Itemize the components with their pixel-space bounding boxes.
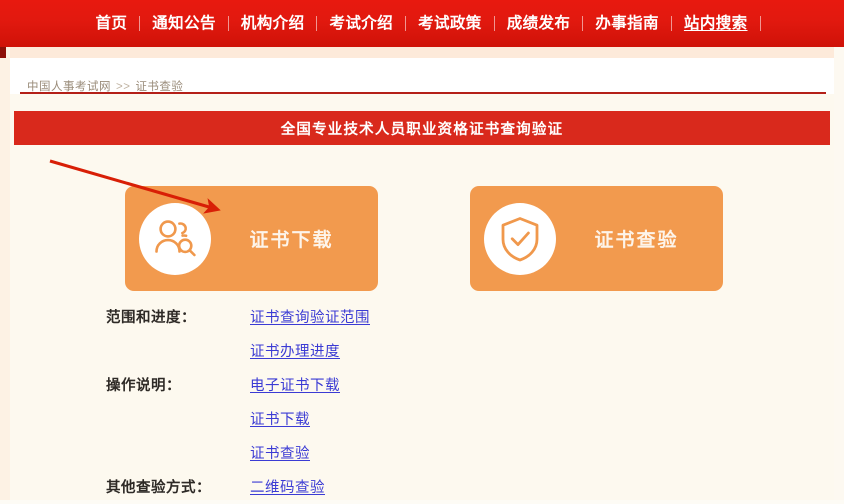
nav-item-4[interactable]: 考试政策: [406, 16, 494, 32]
nav-item-2[interactable]: 机构介绍: [229, 16, 317, 32]
link-row-label: 操作说明：: [106, 378, 181, 394]
link-row: 范围和进度： 证书查询验证范围: [0, 300, 824, 334]
breadcrumb-zone: 中国人事考试网 >> 证书查验: [10, 58, 834, 94]
nav-separator: [759, 16, 761, 31]
nav-item-6[interactable]: 办事指南: [583, 16, 671, 32]
shield-check-icon: [484, 202, 556, 275]
link-row-link[interactable]: 电子证书下载: [250, 374, 340, 395]
page-right-edge: [834, 47, 844, 500]
link-row: 证书查验: [0, 436, 824, 470]
nav-item-1[interactable]: 通知公告: [140, 16, 228, 32]
header-divider: [20, 92, 826, 94]
page-left-accent: [0, 47, 6, 58]
link-row-link[interactable]: 证书查验: [250, 442, 310, 463]
link-row-link[interactable]: 证书下载: [250, 408, 310, 429]
card-certificate-download[interactable]: 证书下载: [125, 186, 378, 291]
link-row: 证书办理进度: [0, 334, 824, 368]
link-row: 操作说明： 电子证书下载: [0, 368, 824, 402]
nav-items-container: 首页 通知公告 机构介绍 考试介绍 考试政策 成绩发布 办事指南 站内搜索: [83, 0, 761, 47]
link-row: 证书下载: [0, 402, 824, 436]
nav-item-7[interactable]: 站内搜索: [672, 16, 760, 32]
link-row-link[interactable]: 证书办理进度: [250, 340, 340, 361]
page-root: 首页 通知公告 机构介绍 考试介绍 考试政策 成绩发布 办事指南 站内搜索 中国人事考试网 >>…: [0, 0, 844, 500]
people-search-icon: [139, 202, 211, 275]
sheet-top-band: [10, 47, 834, 58]
link-row-label: 范围和进度：: [106, 310, 196, 326]
link-row: 其他查验方式： 二维码查验: [0, 470, 824, 504]
page-title-banner: 全国专业技术人员职业资格证书查询验证: [14, 111, 830, 145]
card-verify-label: 证书查验: [594, 230, 679, 251]
link-row-label: 其他查验方式：: [106, 480, 211, 496]
nav-item-5[interactable]: 成绩发布: [495, 16, 583, 32]
card-download-label: 证书下载: [249, 230, 334, 251]
link-rows-container: 范围和进度： 证书查询验证范围 证书办理进度操作说明： 电子证书下载 证书下载证书查验其…: [0, 300, 824, 504]
nav-item-0[interactable]: 首页: [83, 16, 139, 32]
nav-item-3[interactable]: 考试介绍: [317, 16, 405, 32]
card-certificate-verify[interactable]: 证书查验: [470, 186, 723, 291]
link-row-link[interactable]: 证书查询验证范围: [250, 306, 370, 327]
main-navigation: 首页 通知公告 机构介绍 考试介绍 考试政策 成绩发布 办事指南 站内搜索: [0, 0, 844, 47]
page-title: 全国专业技术人员职业资格证书查询验证: [280, 121, 564, 138]
link-row-link[interactable]: 二维码查验: [250, 476, 325, 497]
